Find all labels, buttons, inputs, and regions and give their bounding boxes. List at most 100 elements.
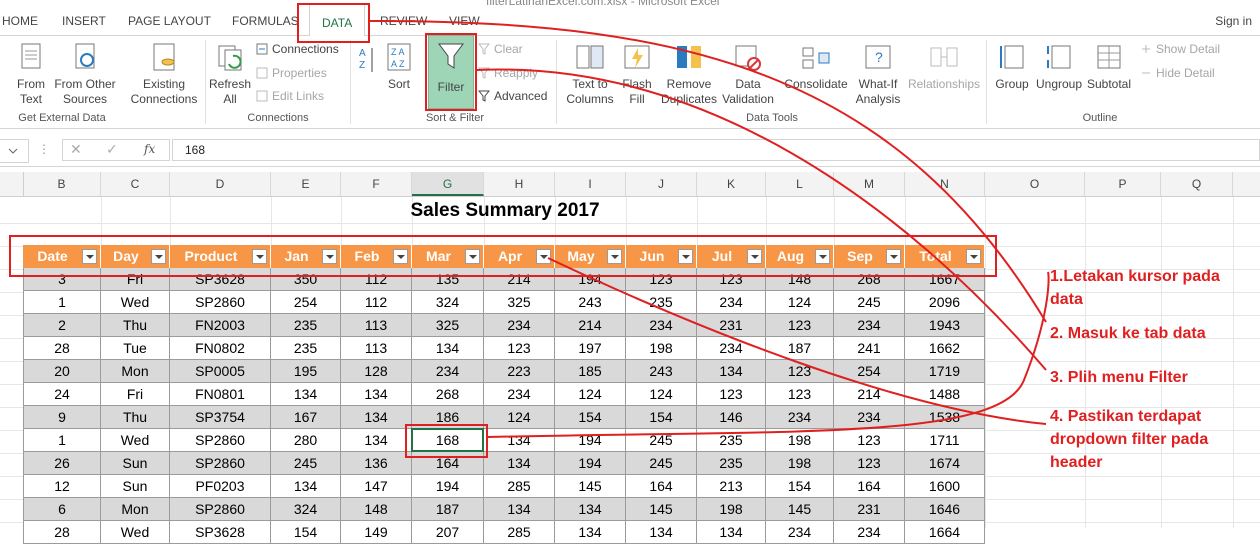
tab-insert[interactable]: INSERT bbox=[62, 14, 106, 28]
table-cell[interactable]: 1488 bbox=[905, 383, 985, 406]
table-cell[interactable]: 234 bbox=[412, 360, 484, 383]
table-cell[interactable]: 234 bbox=[834, 521, 905, 544]
column-header-b[interactable]: B bbox=[23, 172, 101, 196]
table-cell[interactable]: 1 bbox=[23, 429, 101, 452]
table-cell[interactable]: 254 bbox=[834, 360, 905, 383]
table-cell[interactable]: 245 bbox=[271, 452, 341, 475]
group-button[interactable]: Group bbox=[992, 42, 1032, 92]
table-cell[interactable]: 234 bbox=[626, 314, 697, 337]
table-cell[interactable]: 134 bbox=[341, 429, 412, 452]
column-header-k[interactable]: K bbox=[697, 172, 766, 196]
select-all-corner[interactable] bbox=[0, 172, 24, 196]
table-cell[interactable]: FN0802 bbox=[170, 337, 271, 360]
table-cell[interactable]: 243 bbox=[626, 360, 697, 383]
table-cell[interactable]: 187 bbox=[766, 337, 834, 360]
table-cell[interactable]: 245 bbox=[626, 429, 697, 452]
clear-button[interactable]: Clear bbox=[477, 42, 523, 56]
table-cell[interactable]: 214 bbox=[834, 383, 905, 406]
table-cell[interactable]: 134 bbox=[697, 521, 766, 544]
tab-home[interactable]: HOME bbox=[2, 14, 38, 28]
column-header-l[interactable]: L bbox=[766, 172, 834, 196]
sign-in-link[interactable]: Sign in bbox=[1215, 14, 1252, 28]
table-cell[interactable]: 1646 bbox=[905, 498, 985, 521]
table-cell[interactable]: 134 bbox=[271, 475, 341, 498]
column-header-p[interactable]: P bbox=[1085, 172, 1161, 196]
table-cell[interactable]: 134 bbox=[555, 521, 626, 544]
table-cell[interactable]: 149 bbox=[341, 521, 412, 544]
table-cell[interactable]: 167 bbox=[271, 406, 341, 429]
remove-duplicates-button[interactable]: Remove Duplicates bbox=[660, 42, 718, 107]
table-cell[interactable]: 234 bbox=[697, 291, 766, 314]
table-cell[interactable]: 195 bbox=[271, 360, 341, 383]
table-cell[interactable]: 2 bbox=[23, 314, 101, 337]
table-cell[interactable]: 123 bbox=[834, 429, 905, 452]
table-cell[interactable]: 113 bbox=[341, 337, 412, 360]
table-cell[interactable]: 234 bbox=[484, 383, 555, 406]
data-validation-button[interactable]: Data Validation bbox=[720, 42, 776, 107]
table-cell[interactable]: 134 bbox=[484, 429, 555, 452]
column-header-c[interactable]: C bbox=[101, 172, 170, 196]
table-cell[interactable]: 145 bbox=[766, 498, 834, 521]
name-box-dropdown[interactable] bbox=[0, 139, 29, 163]
table-cell[interactable]: 154 bbox=[626, 406, 697, 429]
table-cell[interactable]: Fri bbox=[101, 383, 170, 406]
table-cell[interactable]: 1943 bbox=[905, 314, 985, 337]
table-cell[interactable]: 20 bbox=[23, 360, 101, 383]
table-cell[interactable]: 234 bbox=[697, 337, 766, 360]
table-cell[interactable]: Wed bbox=[101, 521, 170, 544]
table-cell[interactable]: 1662 bbox=[905, 337, 985, 360]
table-cell[interactable]: Mon bbox=[101, 498, 170, 521]
formula-input[interactable] bbox=[172, 139, 1260, 161]
table-cell[interactable]: 198 bbox=[766, 452, 834, 475]
sort-az-icon[interactable]: AZ bbox=[358, 44, 376, 83]
table-cell[interactable]: 197 bbox=[555, 337, 626, 360]
connections-button[interactable]: Connections bbox=[256, 42, 339, 56]
table-cell[interactable]: 123 bbox=[484, 337, 555, 360]
table-cell[interactable]: 28 bbox=[23, 521, 101, 544]
table-cell[interactable]: 123 bbox=[766, 360, 834, 383]
text-to-columns-button[interactable]: Text to Columns bbox=[562, 42, 618, 107]
tab-page-layout[interactable]: PAGE LAYOUT bbox=[128, 14, 211, 28]
table-cell[interactable]: Sun bbox=[101, 475, 170, 498]
table-cell[interactable]: Thu bbox=[101, 314, 170, 337]
column-header-o[interactable]: O bbox=[985, 172, 1085, 196]
table-cell[interactable]: 280 bbox=[271, 429, 341, 452]
table-cell[interactable]: 123 bbox=[766, 383, 834, 406]
advanced-button[interactable]: Advanced bbox=[477, 89, 547, 103]
table-cell[interactable]: 154 bbox=[271, 521, 341, 544]
table-cell[interactable]: 145 bbox=[626, 498, 697, 521]
table-cell[interactable]: Mon bbox=[101, 360, 170, 383]
what-if-analysis-button[interactable]: ? What-If Analysis bbox=[850, 42, 906, 107]
table-cell[interactable]: SP2860 bbox=[170, 498, 271, 521]
enter-icon[interactable]: ✓ bbox=[106, 141, 118, 158]
table-cell[interactable]: Thu bbox=[101, 406, 170, 429]
table-cell[interactable]: FN0801 bbox=[170, 383, 271, 406]
table-cell[interactable]: 207 bbox=[412, 521, 484, 544]
cancel-icon[interactable]: ✕ bbox=[70, 141, 82, 158]
table-cell[interactable]: 194 bbox=[555, 429, 626, 452]
table-cell[interactable]: 231 bbox=[834, 498, 905, 521]
tab-review[interactable]: REVIEW bbox=[380, 14, 427, 28]
table-cell[interactable]: SP0005 bbox=[170, 360, 271, 383]
table-cell[interactable]: 164 bbox=[834, 475, 905, 498]
table-cell[interactable]: 124 bbox=[766, 291, 834, 314]
table-cell[interactable]: 124 bbox=[626, 383, 697, 406]
table-cell[interactable]: 128 bbox=[341, 360, 412, 383]
table-cell[interactable]: Sun bbox=[101, 452, 170, 475]
table-cell[interactable]: 123 bbox=[697, 383, 766, 406]
table-cell[interactable]: Wed bbox=[101, 429, 170, 452]
table-cell[interactable]: 1538 bbox=[905, 406, 985, 429]
table-cell[interactable]: 123 bbox=[766, 314, 834, 337]
column-header-m[interactable]: M bbox=[834, 172, 905, 196]
table-cell[interactable]: 124 bbox=[484, 406, 555, 429]
table-cell[interactable]: 134 bbox=[341, 383, 412, 406]
table-cell[interactable]: 241 bbox=[834, 337, 905, 360]
table-cell[interactable]: SP2860 bbox=[170, 452, 271, 475]
table-cell[interactable]: 234 bbox=[766, 406, 834, 429]
table-cell[interactable]: Wed bbox=[101, 291, 170, 314]
table-cell[interactable]: PF0203 bbox=[170, 475, 271, 498]
table-cell[interactable]: 198 bbox=[697, 498, 766, 521]
table-cell[interactable]: 12 bbox=[23, 475, 101, 498]
table-cell[interactable]: 235 bbox=[271, 314, 341, 337]
table-cell[interactable]: 134 bbox=[271, 383, 341, 406]
